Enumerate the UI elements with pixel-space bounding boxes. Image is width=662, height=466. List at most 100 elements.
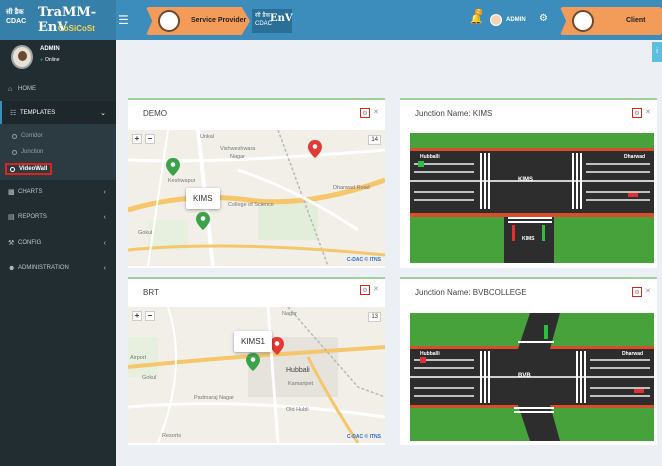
submenu-label: Junction bbox=[21, 149, 44, 155]
junction-diagram[interactable]: BVB Hubballi Dharwad bbox=[410, 313, 654, 441]
zoom-in-button[interactable]: + bbox=[132, 311, 142, 321]
right-panel-toggle[interactable]: i bbox=[652, 42, 662, 62]
road-label: Hubballi bbox=[420, 154, 440, 160]
submenu-item-corridor[interactable]: Corridor bbox=[0, 128, 116, 144]
map-roads bbox=[128, 307, 385, 443]
user-name[interactable]: ADMIN bbox=[506, 17, 526, 23]
sidebar: ADMIN ● Online ⌂ HOME ☷ TEMPLATES ⌄ Corri… bbox=[0, 40, 116, 466]
sidebar-item-label: TEMPLATES bbox=[20, 110, 56, 116]
junction-diagram[interactable]: KIMS Hubballi Dharwad KIMS bbox=[410, 133, 654, 263]
share-icon[interactable]: ⚙ bbox=[539, 13, 548, 24]
sidebar-item-administration[interactable]: ☻ ADMINISTRATION ‹ bbox=[0, 256, 116, 280]
sidebar-user-avatar bbox=[11, 45, 33, 69]
wrench-icon: ⚒ bbox=[8, 240, 15, 247]
circle-icon bbox=[10, 166, 15, 172]
zoom-controls: + − bbox=[132, 134, 155, 144]
sidebar-item-config[interactable]: ⚒ CONFIG ‹ bbox=[0, 231, 116, 255]
cdac-logo: सी डैक CDAC bbox=[6, 8, 26, 26]
notification-badge: 2 bbox=[475, 9, 482, 15]
green-map-marker-icon[interactable] bbox=[196, 212, 210, 230]
map-label: Padmaraj Nagar bbox=[194, 395, 235, 401]
settings-icon[interactable]: ⚙ bbox=[360, 108, 370, 118]
map-label: Unkal bbox=[200, 134, 215, 140]
circle-icon bbox=[12, 133, 17, 139]
sidebar-user-name: ADMIN bbox=[40, 46, 60, 52]
user-avatar[interactable] bbox=[490, 14, 502, 26]
close-icon[interactable]: ✕ bbox=[645, 287, 651, 295]
panel-title: BRT bbox=[143, 288, 159, 297]
sidebar-item-label: ADMINISTRATION bbox=[18, 265, 69, 271]
settings-icon[interactable]: ⚙ bbox=[632, 108, 642, 118]
sidebar-item-charts[interactable]: ▩ CHARTS ‹ bbox=[0, 180, 116, 204]
bar-chart-icon: ▩ bbox=[8, 189, 15, 196]
service-provider-label: Service Provider bbox=[191, 17, 247, 24]
map-attribution: C-DAC © ITNS bbox=[347, 257, 381, 263]
close-icon[interactable]: ✕ bbox=[373, 108, 379, 116]
panel-demo: DEMO ⚙ ✕ Vishweshwara Nagar College of S… bbox=[128, 98, 385, 268]
sidebar-item-label: CHARTS bbox=[18, 189, 43, 195]
sidebar-item-reports[interactable]: ▤ REPORTS ‹ bbox=[0, 205, 116, 229]
submenu-item-videowall[interactable]: VideoWall bbox=[0, 161, 116, 177]
cdac-logo-hindi: सी डैक bbox=[6, 9, 24, 16]
zoom-level: 14 bbox=[368, 135, 381, 145]
junction-label: KIMS bbox=[518, 177, 533, 183]
settings-icon[interactable]: ⚙ bbox=[632, 287, 642, 297]
chevron-left-icon: ‹ bbox=[103, 188, 106, 196]
road-label: Dharwad bbox=[624, 154, 646, 160]
hamburger-icon[interactable]: ☰ bbox=[118, 13, 129, 27]
close-icon[interactable]: ✕ bbox=[373, 285, 379, 293]
online-dot-icon: ● bbox=[40, 57, 44, 63]
map-label: Dharwad Road bbox=[333, 185, 370, 191]
map-label: Kamaripet bbox=[288, 381, 314, 387]
map-view[interactable]: Vishweshwara Nagar College of Science Go… bbox=[128, 130, 385, 266]
zoom-level: 13 bbox=[368, 312, 381, 322]
map-label: Gokul bbox=[138, 230, 153, 236]
app-subtitle: CoSiCoSt bbox=[58, 24, 95, 33]
sidebar-item-label: REPORTS bbox=[18, 214, 47, 220]
map-label: Nagar bbox=[282, 311, 297, 317]
cdac-env-mini-logo: सी डैक CDAC EnV bbox=[252, 9, 293, 33]
map-popup: KIMS bbox=[186, 188, 220, 209]
chevron-left-icon: ‹ bbox=[103, 264, 106, 272]
zoom-in-button[interactable]: + bbox=[132, 134, 142, 144]
map-label: Old Hubli bbox=[286, 407, 309, 413]
home-icon: ⌂ bbox=[8, 85, 13, 93]
map-label: Gokul bbox=[142, 375, 157, 381]
sidebar-item-home[interactable]: ⌂ HOME bbox=[0, 77, 116, 101]
map-label: Hubbali bbox=[286, 367, 310, 374]
junction-roads bbox=[410, 313, 654, 441]
bell-icon[interactable]: 🔔 bbox=[470, 14, 482, 25]
zoom-out-button[interactable]: − bbox=[145, 134, 155, 144]
service-provider-button[interactable]: Service Provider bbox=[146, 7, 250, 35]
map-label: Vishweshwara bbox=[220, 146, 256, 152]
videowall-highlight: VideoWall bbox=[5, 163, 53, 175]
panel-title: DEMO bbox=[143, 109, 167, 118]
map-popup: KIMS1 bbox=[234, 331, 273, 352]
map-label: Airport bbox=[130, 355, 147, 361]
users-icon: ☻ bbox=[8, 264, 16, 272]
client-label: Client bbox=[626, 17, 646, 24]
red-map-marker-icon[interactable] bbox=[308, 140, 322, 158]
submenu-item-junction[interactable]: Junction bbox=[0, 144, 116, 160]
panel-junction-bvbcollege: Junction Name: BVBCOLLEGE ⚙ ✕ BVB Hubbal… bbox=[400, 277, 657, 445]
road-label: KIMS bbox=[522, 236, 535, 242]
green-map-marker-icon[interactable] bbox=[246, 353, 260, 371]
map-roads bbox=[128, 130, 385, 266]
map-view[interactable]: Nagar Gokul Hubbali Kamaripet Padmaraj N… bbox=[128, 307, 385, 443]
sidebar-item-templates[interactable]: ☷ TEMPLATES ⌄ bbox=[0, 101, 116, 125]
top-header: सी डैक CDAC TraMM-EnV CoSiCoSt ☰ Service… bbox=[0, 0, 662, 40]
zoom-out-button[interactable]: − bbox=[145, 311, 155, 321]
client-avatar bbox=[572, 10, 594, 32]
client-button[interactable]: Client bbox=[560, 7, 662, 35]
chevron-left-icon: ‹ bbox=[103, 239, 106, 247]
logo[interactable]: सी डैक CDAC TraMM-EnV CoSiCoSt bbox=[0, 0, 116, 40]
map-label: Keshwapur bbox=[168, 178, 196, 184]
close-icon[interactable]: ✕ bbox=[645, 108, 651, 116]
red-map-marker-icon[interactable] bbox=[270, 337, 284, 355]
junction-roads bbox=[410, 148, 654, 263]
green-map-marker-icon[interactable] bbox=[166, 158, 180, 176]
settings-icon[interactable]: ⚙ bbox=[360, 285, 370, 295]
zoom-controls: + − bbox=[132, 311, 155, 321]
panel-title: Junction Name: KIMS bbox=[415, 109, 493, 118]
submenu-label: VideoWall bbox=[19, 166, 48, 172]
